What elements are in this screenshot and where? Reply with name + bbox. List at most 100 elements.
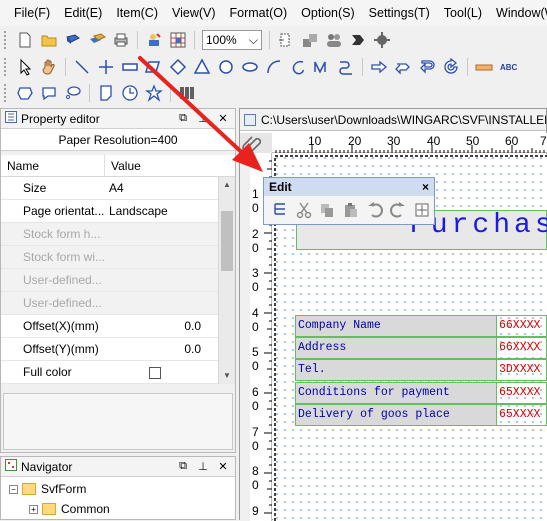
close-icon[interactable]: ✕ xyxy=(215,112,231,125)
ruler-label: 70 xyxy=(252,425,259,453)
property-row-stock-width: Stock form wi... xyxy=(1,246,235,269)
toolbar-grip[interactable] xyxy=(4,31,10,49)
field-label: Delivery of goos place xyxy=(296,405,497,425)
menu-settings[interactable]: Settings(T) xyxy=(362,6,437,20)
print-icon[interactable] xyxy=(111,30,131,50)
star-icon[interactable] xyxy=(144,83,164,103)
redo-icon[interactable] xyxy=(389,200,409,220)
hand-icon[interactable] xyxy=(39,57,59,77)
property-row-orientation[interactable]: Page orientat... Landscape xyxy=(1,200,235,223)
save-icon[interactable] xyxy=(63,30,83,50)
scroll-up-icon[interactable]: ▲ xyxy=(219,177,235,193)
close-icon[interactable]: × xyxy=(422,180,429,194)
menu-option[interactable]: Option(S) xyxy=(294,6,362,20)
move-gear-icon[interactable] xyxy=(372,30,392,50)
scroll-thumb[interactable] xyxy=(221,211,233,271)
field-value: 65XXXX xyxy=(499,408,541,421)
property-grid-scrollbar[interactable]: ▲ ▼ xyxy=(218,177,235,384)
form-row-company[interactable]: Company Name 66XXXX xyxy=(295,315,547,337)
thought-bubble-icon[interactable] xyxy=(63,83,83,103)
undo-icon[interactable] xyxy=(365,200,385,220)
toolbar-grip[interactable] xyxy=(4,58,10,76)
float-window-icon[interactable]: ⧉ xyxy=(175,112,191,125)
float-window-icon[interactable]: ⧉ xyxy=(175,460,191,473)
move-icon[interactable] xyxy=(412,200,432,220)
triangle-icon[interactable] xyxy=(192,57,212,77)
menu-file[interactable]: File(F) xyxy=(0,6,57,20)
insert-page-icon[interactable] xyxy=(276,30,296,50)
ellipse-icon[interactable] xyxy=(240,57,260,77)
export-arrow-icon[interactable] xyxy=(348,30,368,50)
chevron-down-icon: ⌵ xyxy=(248,32,258,47)
menu-tool[interactable]: Tool(L) xyxy=(437,6,489,20)
property-value[interactable]: 0.0 xyxy=(105,338,207,360)
grid-table-icon[interactable] xyxy=(168,30,188,50)
line-icon[interactable] xyxy=(72,57,92,77)
arrow-right-icon[interactable] xyxy=(369,57,389,77)
arrow-return-icon[interactable] xyxy=(417,57,437,77)
layout-wizard-icon[interactable] xyxy=(144,30,164,50)
copy-icon[interactable] xyxy=(317,200,337,220)
arrow-cycle-icon[interactable] xyxy=(441,57,461,77)
toolbar-separator xyxy=(89,84,90,102)
select-arrow-icon[interactable] xyxy=(15,57,35,77)
arc-icon[interactable] xyxy=(264,57,284,77)
barcode-icon[interactable] xyxy=(177,83,197,103)
tree-item-common[interactable]: + Common xyxy=(1,499,235,519)
note-icon[interactable] xyxy=(96,83,116,103)
menu-format[interactable]: Format(O) xyxy=(223,6,295,20)
form-row-address[interactable]: Address 66XXXX xyxy=(295,337,547,359)
rounded-rect-icon[interactable] xyxy=(144,57,164,77)
property-editor-titlebar: Property editor ⧉ ⊥ ✕ xyxy=(1,109,235,129)
save-all-icon[interactable] xyxy=(87,30,107,50)
property-row-full-color[interactable]: Full color xyxy=(1,361,235,384)
menu-view[interactable]: View(V) xyxy=(165,6,223,20)
property-value[interactable]: 0.0 xyxy=(105,315,207,337)
property-value xyxy=(105,269,207,291)
properties-list-icon[interactable] xyxy=(270,200,290,220)
tree-item-svfform[interactable]: − SvfForm xyxy=(1,479,235,499)
toolbar-grip[interactable] xyxy=(4,84,10,102)
close-icon[interactable]: ✕ xyxy=(215,460,231,473)
form-row-tel[interactable]: Tel. 3DXXXX xyxy=(295,359,547,381)
cross-line-icon[interactable] xyxy=(96,57,116,77)
expand-icon[interactable]: + xyxy=(29,504,38,514)
cut-icon[interactable] xyxy=(294,200,314,220)
clock-icon[interactable] xyxy=(120,83,140,103)
scroll-down-icon[interactable]: ▼ xyxy=(219,368,235,384)
circle-icon[interactable] xyxy=(216,57,236,77)
speech-bubble-icon[interactable] xyxy=(39,83,59,103)
pin-icon[interactable]: ⊥ xyxy=(195,460,211,473)
property-row-size[interactable]: Size A4 xyxy=(1,177,235,200)
arrow-loop-icon[interactable] xyxy=(393,57,413,77)
paste-icon[interactable] xyxy=(341,200,361,220)
rectangle-icon[interactable] xyxy=(120,57,140,77)
text-abc-icon[interactable]: ABC xyxy=(498,57,519,77)
property-row-user-defined-1: User-defined... xyxy=(1,269,235,292)
open-folder-icon[interactable] xyxy=(39,30,59,50)
polygon-icon[interactable] xyxy=(15,83,35,103)
pin-icon[interactable]: ⊥ xyxy=(195,112,211,125)
menu-window[interactable]: Window(W) xyxy=(489,6,547,20)
menu-edit[interactable]: Edit(E) xyxy=(57,6,109,20)
form-row-delivery[interactable]: Delivery of goos place 65XXXX xyxy=(295,404,547,426)
zoom-select[interactable]: 100% ⌵ xyxy=(202,30,262,50)
form-row-payment[interactable]: Conditions for payment 65XXXX xyxy=(295,382,547,404)
curve-icon[interactable] xyxy=(288,57,308,77)
new-file-icon[interactable] xyxy=(15,30,35,50)
full-color-checkbox[interactable] xyxy=(149,366,161,379)
document-path: C:\Users\user\Downloads\WINGARC\SVF\INST… xyxy=(261,112,546,127)
standard-toolbar: 100% ⌵ xyxy=(0,27,547,53)
folder-icon xyxy=(42,503,56,515)
field-bar-icon[interactable] xyxy=(474,57,494,77)
wave-icon[interactable] xyxy=(312,57,332,77)
property-row-offset-y[interactable]: Offset(Y)(mm) 0.0 xyxy=(1,338,235,361)
collapse-icon[interactable]: − xyxy=(9,484,18,494)
freehand-icon[interactable] xyxy=(336,57,356,77)
users-icon[interactable] xyxy=(324,30,344,50)
edit-toolbar-titlebar[interactable]: Edit × xyxy=(264,178,434,196)
diamond-icon[interactable] xyxy=(168,57,188,77)
property-row-offset-x[interactable]: Offset(X)(mm) 0.0 xyxy=(1,315,235,338)
subform-icon[interactable] xyxy=(300,30,320,50)
menu-item[interactable]: Item(C) xyxy=(109,6,165,20)
